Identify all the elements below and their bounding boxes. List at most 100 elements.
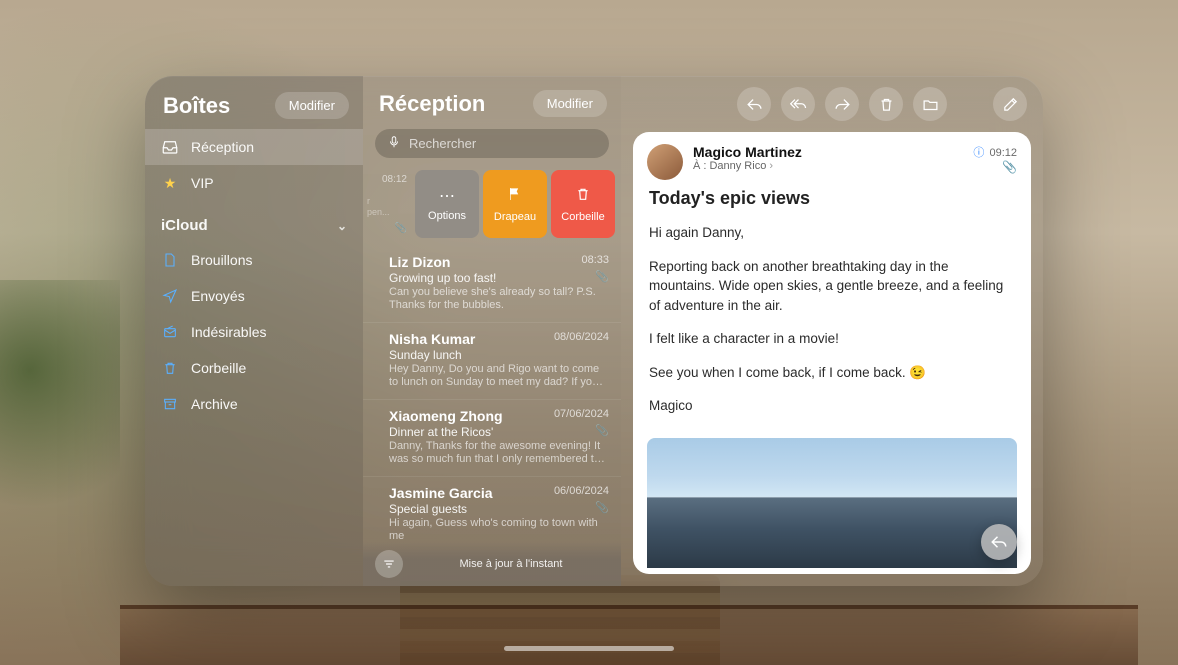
swipe-options-button[interactable]: ⋯ Options	[415, 170, 479, 238]
sidebar-item-label: Brouillons	[191, 252, 252, 268]
paperplane-icon	[161, 287, 179, 305]
dictation-icon[interactable]	[387, 135, 401, 152]
message-attachment-image[interactable]	[647, 438, 1017, 568]
to-line[interactable]: À : Danny Rico ›	[693, 160, 802, 172]
message-time: 06/06/2024	[554, 485, 609, 497]
message-row[interactable]: Nisha Kumar08/06/2024Sunday lunchHey Dan…	[363, 322, 621, 399]
sidebar-item-sent[interactable]: Envoyés	[145, 278, 363, 314]
message-subject: Sunday lunch	[389, 348, 607, 362]
sidebar-item-label: VIP	[191, 175, 214, 191]
inbox-icon	[161, 138, 179, 156]
message-time: 09:12	[989, 147, 1017, 159]
sidebar-item-label: Archive	[191, 396, 238, 412]
attachment-icon: 📎	[595, 424, 609, 437]
swipe-flag-button[interactable]: Drapeau	[483, 170, 547, 238]
sidebar-item-archive[interactable]: Archive	[145, 386, 363, 422]
attachment-icon: 📎	[595, 501, 609, 514]
message-list[interactable]: Liz Dizon08:33📎Growing up too fast!Can y…	[363, 246, 621, 586]
document-icon	[161, 251, 179, 269]
mail-window: Boîtes Modifier Réception ★ VIP iCloud ⌄…	[145, 76, 1043, 586]
sidebar-item-trash[interactable]: Corbeille	[145, 350, 363, 386]
to-label: À :	[693, 160, 706, 172]
message-preview: Danny, Thanks for the awesome evening! I…	[389, 440, 607, 466]
list-edit-button[interactable]: Modifier	[533, 90, 607, 117]
body-paragraph: See you when I come back, if I come back…	[649, 363, 1015, 383]
from-name[interactable]: Magico Martinez	[693, 144, 802, 160]
move-button[interactable]	[913, 87, 947, 121]
list-footer: Mise à jour à l'instant	[363, 542, 621, 586]
ellipsis-icon: ⋯	[439, 186, 455, 206]
filter-button[interactable]	[375, 550, 403, 578]
quick-reply-button[interactable]	[981, 524, 1017, 560]
sidebar-item-label: Indésirables	[191, 324, 267, 340]
mailboxes-sidebar: Boîtes Modifier Réception ★ VIP iCloud ⌄…	[145, 76, 363, 586]
trash-icon	[575, 186, 591, 207]
message-reader: Magico Martinez À : Danny Rico › ⓘ 09:12…	[633, 132, 1031, 574]
home-indicator[interactable]	[504, 646, 674, 651]
message-preview: Can you believe she's already so tall? P…	[389, 286, 607, 312]
body-signoff: Magico	[649, 396, 1015, 416]
swipe-actions-row: 08:12 r pen... 📎 ⋯ Options Drapeau	[363, 166, 621, 242]
message-time: 07/06/2024	[554, 408, 609, 420]
sidebar-section-icloud[interactable]: iCloud ⌄	[145, 201, 363, 242]
message-subject: Special guests	[389, 502, 607, 516]
message-sender: Liz Dizon	[389, 254, 607, 270]
swipe-label: Corbeille	[561, 211, 604, 223]
search-bar[interactable]	[375, 129, 609, 158]
message-row[interactable]: Liz Dizon08:33 📎Growing up too fast!Can y…	[363, 246, 621, 322]
body-paragraph: Reporting back on another breathtaking d…	[649, 257, 1015, 316]
swipe-trash-button[interactable]: Corbeille	[551, 170, 615, 238]
chevron-down-icon: ⌄	[337, 219, 347, 233]
attachment-icon: 📎	[595, 270, 609, 283]
message-preview: Hi again, Guess who's coming to town wit…	[389, 517, 607, 543]
message-list-pane: Réception Modifier 08:12 r pen... 📎 ⋯ Op…	[363, 76, 621, 586]
message-subject: Dinner at the Ricos'	[389, 425, 607, 439]
sidebar-edit-button[interactable]: Modifier	[275, 92, 349, 119]
junk-icon	[161, 323, 179, 341]
compose-button[interactable]	[993, 87, 1027, 121]
search-input[interactable]	[409, 136, 597, 151]
sidebar-item-label: Réception	[191, 139, 254, 155]
list-title: Réception	[379, 91, 485, 117]
delete-button[interactable]	[869, 87, 903, 121]
peek-line: pen...	[367, 207, 390, 217]
reply-button[interactable]	[737, 87, 771, 121]
sidebar-item-label: Envoyés	[191, 288, 245, 304]
forward-button[interactable]	[825, 87, 859, 121]
message-subject: Today's epic views	[633, 188, 1031, 219]
sync-status: Mise à jour à l'instant	[413, 558, 609, 570]
message-body: Hi again Danny, Reporting back on anothe…	[633, 219, 1031, 438]
cloud-download-icon[interactable]: ⓘ	[973, 147, 982, 159]
sender-avatar[interactable]	[647, 144, 683, 180]
swiped-message-peek[interactable]: 08:12 r pen... 📎	[363, 166, 413, 242]
peek-time: 08:12	[382, 174, 407, 185]
body-paragraph: I felt like a character in a movie!	[649, 329, 1015, 349]
section-label: iCloud	[161, 217, 208, 234]
chevron-right-icon: ›	[769, 160, 773, 172]
sidebar-item-label: Corbeille	[191, 360, 246, 376]
attachment-icon: 📎	[395, 223, 407, 234]
sidebar-item-junk[interactable]: Indésirables	[145, 314, 363, 350]
star-icon: ★	[161, 174, 179, 192]
message-time: 08:33	[581, 254, 609, 266]
to-name: Danny Rico	[709, 160, 766, 172]
trash-icon	[161, 359, 179, 377]
reader-pane: Magico Martinez À : Danny Rico › ⓘ 09:12…	[621, 76, 1043, 586]
body-paragraph: Hi again Danny,	[649, 223, 1015, 243]
message-time: 08/06/2024	[554, 331, 609, 343]
sidebar-item-inbox[interactable]: Réception	[145, 129, 363, 165]
message-subject: Growing up too fast!	[389, 271, 607, 285]
reply-all-button[interactable]	[781, 87, 815, 121]
sidebar-item-vip[interactable]: ★ VIP	[145, 165, 363, 201]
attachment-icon[interactable]: 📎	[973, 160, 1017, 174]
sidebar-item-drafts[interactable]: Brouillons	[145, 242, 363, 278]
message-preview: Hey Danny, Do you and Rigo want to come …	[389, 363, 607, 389]
archive-icon	[161, 395, 179, 413]
swipe-label: Drapeau	[494, 211, 536, 223]
flag-icon	[507, 186, 523, 207]
sidebar-title: Boîtes	[163, 93, 230, 119]
swipe-label: Options	[428, 210, 466, 222]
peek-line: r	[367, 196, 370, 206]
message-toolbar	[621, 76, 1043, 132]
message-row[interactable]: Xiaomeng Zhong07/06/2024📎Dinner at the R…	[363, 399, 621, 476]
